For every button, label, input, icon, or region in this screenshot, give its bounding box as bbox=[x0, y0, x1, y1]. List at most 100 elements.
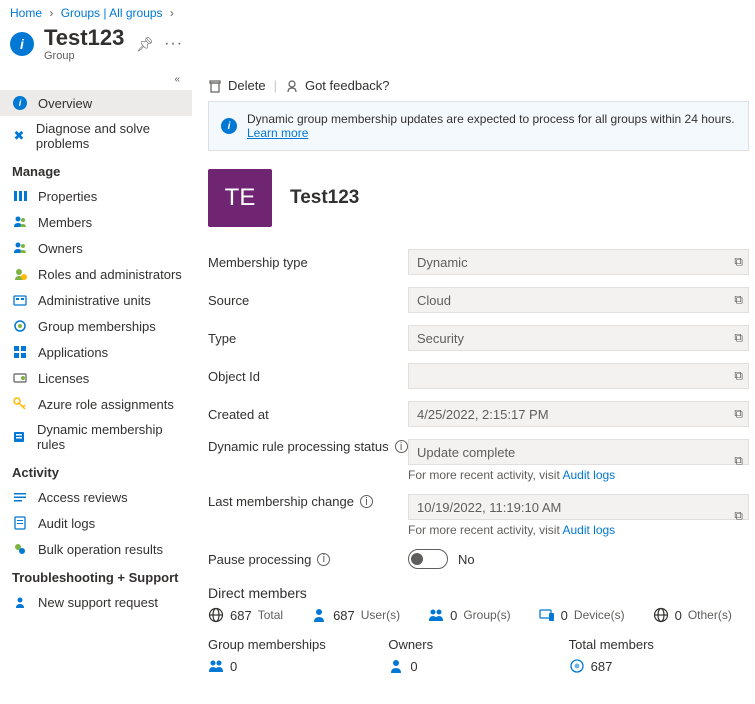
banner-learn-more[interactable]: Learn more bbox=[247, 126, 308, 140]
membership-type-label: Membership type bbox=[208, 255, 408, 270]
info-icon: i bbox=[221, 118, 237, 134]
licenses-icon bbox=[12, 370, 28, 386]
group-memberships-block: Group memberships 0 bbox=[208, 637, 388, 674]
sidebar-item-label: Audit logs bbox=[38, 516, 95, 531]
audit-logs-link[interactable]: Audit logs bbox=[562, 468, 615, 482]
sidebar-item-bulk-results[interactable]: Bulk operation results bbox=[0, 536, 192, 562]
owners-value[interactable]: 0 bbox=[388, 658, 568, 674]
type-field bbox=[408, 325, 749, 351]
pin-icon[interactable]: 📌︎ bbox=[136, 36, 154, 53]
sidebar-heading-troubleshooting: Troubleshooting + Support bbox=[0, 562, 192, 589]
chevron-right-icon: › bbox=[49, 6, 53, 20]
sidebar-item-label: Overview bbox=[38, 96, 92, 111]
sidebar-item-label: Licenses bbox=[38, 371, 89, 386]
sidebar-heading-activity: Activity bbox=[0, 457, 192, 484]
info-icon[interactable]: i bbox=[395, 440, 408, 453]
group-memberships-value[interactable]: 0 bbox=[208, 658, 388, 674]
sidebar-item-label: Azure role assignments bbox=[38, 397, 174, 412]
last-change-hint: For more recent activity, visit Audit lo… bbox=[408, 523, 749, 537]
pause-value: No bbox=[458, 552, 475, 567]
wrench-icon: ✖︎ bbox=[12, 128, 26, 144]
group-icon bbox=[208, 658, 224, 674]
sidebar-item-diagnose[interactable]: ✖︎ Diagnose and solve problems bbox=[0, 116, 192, 156]
sidebar-item-roles[interactable]: Roles and administrators bbox=[0, 261, 192, 287]
key-icon bbox=[12, 396, 28, 412]
sidebar-item-licenses[interactable]: Licenses bbox=[0, 365, 192, 391]
object-id-label: Object Id bbox=[208, 369, 408, 384]
created-at-label: Created at bbox=[208, 407, 408, 422]
group-memberships-icon bbox=[12, 318, 28, 334]
object-id-field bbox=[408, 363, 749, 389]
device-icon bbox=[539, 607, 555, 623]
copy-icon[interactable]: ⧉ bbox=[734, 255, 743, 270]
copy-icon[interactable]: ⧉ bbox=[734, 331, 743, 346]
trash-icon bbox=[208, 79, 222, 93]
sidebar-item-dynamic-rules[interactable]: Dynamic membership rules bbox=[0, 417, 192, 457]
more-icon[interactable]: ··· bbox=[164, 35, 183, 53]
copy-icon[interactable]: ⧉ bbox=[734, 369, 743, 384]
source-field bbox=[408, 287, 749, 313]
globe-icon bbox=[208, 607, 224, 623]
properties-icon bbox=[12, 188, 28, 204]
page-title: Test123 bbox=[44, 26, 124, 50]
page-subtitle: Group bbox=[44, 50, 124, 62]
feedback-label: Got feedback? bbox=[305, 78, 390, 93]
total-members-value[interactable]: 687 bbox=[569, 658, 749, 674]
sidebar-item-group-memberships[interactable]: Group memberships bbox=[0, 313, 192, 339]
sidebar-item-admin-units[interactable]: Administrative units bbox=[0, 287, 192, 313]
delete-button[interactable]: Delete bbox=[208, 78, 266, 93]
toolbar: Delete | Got feedback? bbox=[208, 74, 749, 101]
stat-users[interactable]: 687 User(s) bbox=[311, 607, 400, 623]
user-icon bbox=[311, 607, 327, 623]
breadcrumb-groups[interactable]: Groups | All groups bbox=[61, 6, 163, 20]
roles-icon bbox=[12, 266, 28, 282]
direct-members-stats: 687 Total 687 User(s) 0 Group(s) 0 Devic… bbox=[208, 607, 749, 623]
copy-icon[interactable]: ⧉ bbox=[734, 293, 743, 308]
total-members-block: Total members 687 bbox=[569, 637, 749, 674]
sidebar-item-applications[interactable]: Applications bbox=[0, 339, 192, 365]
sidebar: « i Overview ✖︎ Diagnose and solve probl… bbox=[0, 70, 192, 704]
sidebar-item-owners[interactable]: Owners bbox=[0, 235, 192, 261]
info-banner: i Dynamic group membership updates are e… bbox=[208, 101, 749, 151]
info-icon[interactable]: i bbox=[317, 553, 330, 566]
sidebar-item-label: New support request bbox=[38, 595, 158, 610]
feedback-button[interactable]: Got feedback? bbox=[285, 78, 390, 93]
chevron-right-icon: › bbox=[170, 6, 174, 20]
source-label: Source bbox=[208, 293, 408, 308]
members-icon bbox=[12, 214, 28, 230]
owners-block: Owners 0 bbox=[388, 637, 568, 674]
sidebar-item-label: Bulk operation results bbox=[38, 542, 163, 557]
feedback-icon bbox=[285, 79, 299, 93]
direct-members-title: Direct members bbox=[208, 585, 749, 601]
sidebar-item-access-reviews[interactable]: Access reviews bbox=[0, 484, 192, 510]
copy-icon[interactable]: ⧉ bbox=[734, 453, 743, 468]
audit-logs-icon bbox=[12, 515, 28, 531]
type-label: Type bbox=[208, 331, 408, 346]
sidebar-item-label: Properties bbox=[38, 189, 97, 204]
collapse-sidebar-icon[interactable]: « bbox=[0, 74, 192, 90]
stat-devices[interactable]: 0 Device(s) bbox=[539, 607, 625, 623]
sidebar-item-support[interactable]: New support request bbox=[0, 589, 192, 615]
sidebar-heading-manage: Manage bbox=[0, 156, 192, 183]
sidebar-item-members[interactable]: Members bbox=[0, 209, 192, 235]
sidebar-item-azure-roles[interactable]: Azure role assignments bbox=[0, 391, 192, 417]
sidebar-item-properties[interactable]: Properties bbox=[0, 183, 192, 209]
divider: | bbox=[274, 78, 277, 93]
copy-icon[interactable]: ⧉ bbox=[734, 508, 743, 523]
copy-icon[interactable]: ⧉ bbox=[734, 407, 743, 422]
audit-logs-link[interactable]: Audit logs bbox=[562, 523, 615, 537]
dyn-status-label: Dynamic rule processing status i bbox=[208, 439, 408, 454]
pause-toggle[interactable] bbox=[408, 549, 448, 569]
total-members-title: Total members bbox=[569, 637, 749, 652]
stat-others[interactable]: 0 Other(s) bbox=[653, 607, 732, 623]
breadcrumb-home[interactable]: Home bbox=[10, 6, 42, 20]
sidebar-item-label: Owners bbox=[38, 241, 83, 256]
info-icon[interactable]: i bbox=[360, 495, 373, 508]
sidebar-item-audit-logs[interactable]: Audit logs bbox=[0, 510, 192, 536]
stat-groups[interactable]: 0 Group(s) bbox=[428, 607, 511, 623]
admin-units-icon bbox=[12, 292, 28, 308]
dyn-status-field bbox=[408, 439, 749, 465]
stat-total[interactable]: 687 Total bbox=[208, 607, 283, 623]
sidebar-item-overview[interactable]: i Overview bbox=[0, 90, 192, 116]
owners-icon bbox=[12, 240, 28, 256]
